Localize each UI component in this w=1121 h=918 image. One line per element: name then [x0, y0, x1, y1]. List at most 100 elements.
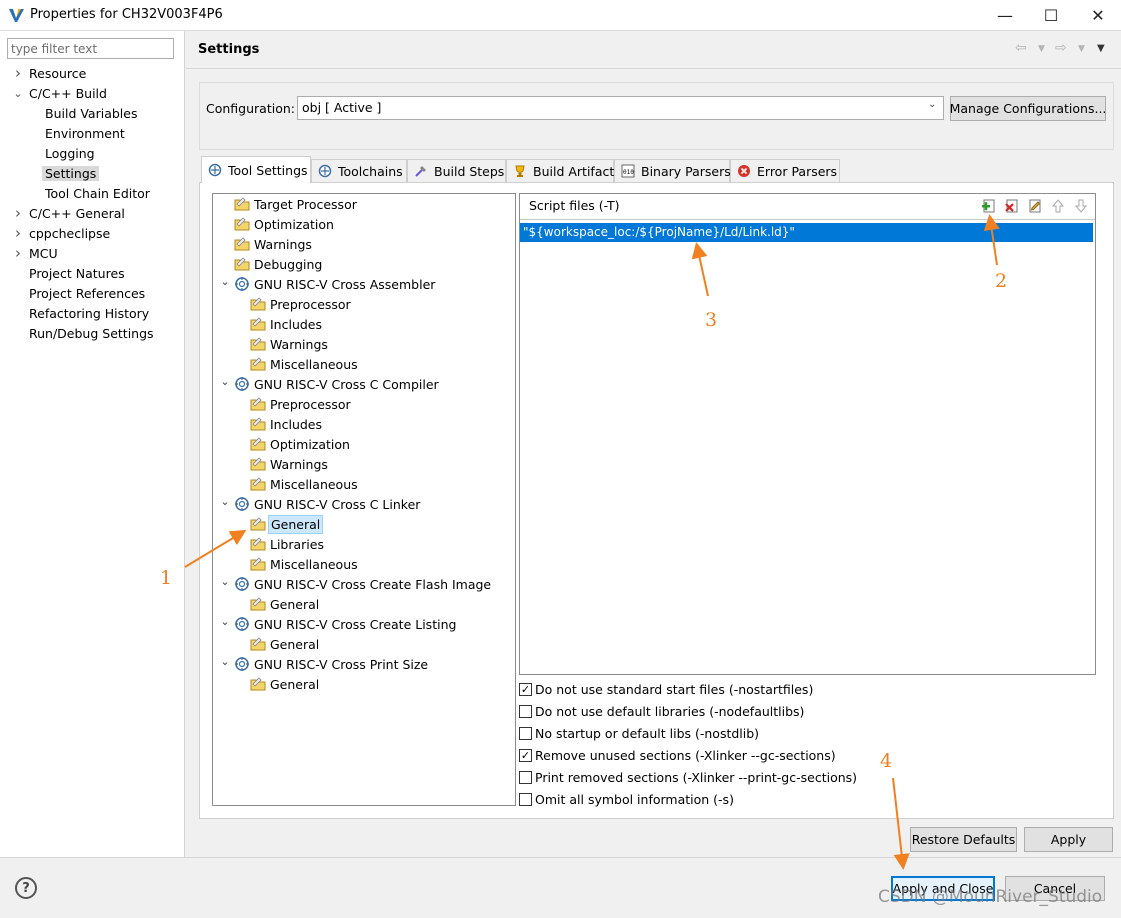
sidebar-item-settings[interactable]: Settings [42, 164, 100, 183]
chevron-down-icon[interactable]: ⌄ [220, 615, 230, 628]
sidebar-item-run-debug-settings[interactable]: Run/Debug Settings [29, 324, 154, 343]
move-up-icon[interactable] [1050, 198, 1066, 214]
edit-file-icon[interactable] [1027, 198, 1043, 214]
chevron-down-icon[interactable]: ⌄ [220, 575, 230, 588]
settings-header [186, 31, 1121, 69]
checkbox-checked[interactable]: ✓ [519, 682, 532, 696]
tool-tree-item[interactable]: General [268, 675, 321, 694]
tab-error-parsers[interactable]: Error Parsers [730, 159, 840, 182]
tool-group-item[interactable]: GNU RISC-V Cross Assembler [252, 275, 437, 294]
sidebar-item-cppcheclipse[interactable]: cppcheclipse [29, 224, 110, 243]
chevron-down-icon[interactable]: ⌄ [220, 375, 230, 388]
manage-configurations-button[interactable]: Manage Configurations... [950, 96, 1106, 121]
sidebar-item-project-references[interactable]: Project References [29, 284, 145, 303]
tree-item-label: General [270, 637, 320, 652]
tab-label: Build Artifact [533, 163, 615, 179]
sidebar-item-build-variables[interactable]: Build Variables [45, 104, 137, 123]
chevron-down-icon[interactable]: ⌄ [12, 84, 24, 103]
option-row[interactable]: Omit all symbol information (-s) [519, 790, 734, 808]
folder-icon [250, 556, 266, 572]
forward-dropdown-icon[interactable]: ▼ [1078, 44, 1085, 54]
checkbox-unchecked[interactable] [519, 770, 532, 784]
option-row[interactable]: Print removed sections (-Xlinker --print… [519, 768, 857, 786]
tool-tree-item[interactable]: Includes [268, 315, 324, 334]
maximize-button[interactable]: ☐ [1028, 0, 1074, 31]
sidebar-item-tool-chain-editor[interactable]: Tool Chain Editor [45, 184, 150, 203]
tool-group-item[interactable]: GNU RISC-V Cross C Linker [252, 495, 422, 514]
back-dropdown-icon[interactable]: ▼ [1038, 44, 1045, 54]
script-file-entry[interactable]: "${workspace_loc:/${ProjName}/Ld/Link.ld… [520, 223, 1093, 242]
tool-tree-item[interactable]: General [268, 635, 321, 654]
tool-tree-item[interactable]: Debugging [252, 255, 324, 274]
tab-toolchains[interactable]: Toolchains [311, 159, 407, 182]
tool-tree-item[interactable]: Optimization [268, 435, 352, 454]
checkbox-unchecked[interactable] [519, 704, 532, 718]
tool-tree-item[interactable]: Miscellaneous [268, 555, 360, 574]
move-down-icon[interactable] [1073, 198, 1089, 214]
chevron-down-icon[interactable]: ⌄ [220, 275, 230, 288]
close-button[interactable]: ✕ [1075, 0, 1121, 31]
chevron-down-icon[interactable]: ⌄ [928, 99, 936, 110]
folder-icon [234, 236, 250, 252]
option-label: No startup or default libs (-nostdlib) [535, 725, 760, 741]
checkbox-checked[interactable]: ✓ [519, 748, 532, 762]
sidebar-item-mcu[interactable]: MCU [29, 244, 58, 263]
tool-tree-item[interactable]: General [268, 515, 324, 534]
tab-build-artifact[interactable]: Build Artifact [506, 159, 614, 182]
tab-build-steps[interactable]: Build Steps [407, 159, 506, 182]
tab-binary-parsers[interactable]: 010 Binary Parsers [614, 159, 731, 182]
option-row[interactable]: ✓ Do not use standard start files (-nosta… [519, 680, 813, 698]
back-arrow-icon[interactable]: ⇦ [1015, 40, 1027, 56]
checkbox-unchecked[interactable] [519, 792, 532, 806]
sidebar-item-c-c-build[interactable]: C/C++ Build [29, 84, 107, 103]
tool-tree-item[interactable]: Optimization [252, 215, 336, 234]
option-row[interactable]: ✓ Remove unused sections (-Xlinker --gc-s… [519, 746, 836, 764]
apply-button[interactable]: Apply [1024, 827, 1113, 852]
window-title: Properties for CH32V003F4P6 [30, 7, 223, 22]
tool-tree-item[interactable]: Warnings [252, 235, 314, 254]
forward-arrow-icon[interactable]: ⇨ [1055, 40, 1067, 56]
tool-tree-item[interactable]: Warnings [268, 455, 330, 474]
tool-tree-item[interactable]: Preprocessor [268, 395, 353, 414]
chevron-down-icon[interactable]: ⌄ [220, 655, 230, 668]
chevron-down-icon[interactable]: ⌄ [220, 495, 230, 508]
sidebar-item-resource[interactable]: Resource [29, 64, 86, 83]
view-menu-icon[interactable]: ▼ [1097, 43, 1105, 54]
help-icon[interactable]: ? [15, 877, 37, 899]
tool-group-item[interactable]: GNU RISC-V Cross C Compiler [252, 375, 441, 394]
tree-item-label: Debugging [254, 257, 323, 272]
sidebar-item-environment[interactable]: Environment [45, 124, 125, 143]
option-row[interactable]: No startup or default libs (-nostdlib) [519, 724, 759, 742]
tool-tree-item[interactable]: Target Processor [252, 195, 359, 214]
sidebar-item-logging[interactable]: Logging [45, 144, 95, 163]
delete-file-icon[interactable] [1004, 198, 1020, 214]
minimize-button[interactable]: — [982, 0, 1028, 31]
chevron-right-icon[interactable]: › [12, 244, 24, 263]
sidebar-item-label: MCU [29, 246, 58, 261]
checkbox-unchecked[interactable] [519, 726, 532, 740]
sidebar-item-label: Resource [29, 66, 87, 81]
tab-tool-settings[interactable]: Tool Settings [201, 156, 311, 183]
tool-tree-item[interactable]: Warnings [268, 335, 330, 354]
chevron-right-icon[interactable]: › [12, 64, 24, 83]
add-file-icon[interactable] [981, 198, 997, 214]
sidebar-item-c-c-general[interactable]: C/C++ General [29, 204, 125, 223]
sidebar-item-project-natures[interactable]: Project Natures [29, 264, 125, 283]
tool-group-item[interactable]: GNU RISC-V Cross Create Flash Image [252, 575, 493, 594]
tool-tree-item[interactable]: Miscellaneous [268, 355, 360, 374]
tool-tree-item[interactable]: Miscellaneous [268, 475, 360, 494]
option-row[interactable]: Do not use default libraries (-nodefault… [519, 702, 804, 720]
sidebar-item-refactoring-history[interactable]: Refactoring History [29, 304, 149, 323]
chevron-right-icon[interactable]: › [12, 224, 24, 243]
tool-group-item[interactable]: GNU RISC-V Cross Print Size [252, 655, 430, 674]
tool-tree-item[interactable]: General [268, 595, 321, 614]
configuration-select[interactable]: obj [ Active ] [297, 96, 944, 120]
tool-group-item[interactable]: GNU RISC-V Cross Create Listing [252, 615, 458, 634]
tool-tree-item[interactable]: Libraries [268, 535, 326, 554]
tool-tree-item[interactable]: Preprocessor [268, 295, 353, 314]
chevron-right-icon[interactable]: › [12, 204, 24, 223]
tree-item-label: GNU RISC-V Cross C Compiler [254, 377, 439, 392]
tool-tree-item[interactable]: Includes [268, 415, 324, 434]
filter-input[interactable] [7, 38, 174, 59]
restore-defaults-button[interactable]: Restore Defaults [910, 827, 1017, 852]
